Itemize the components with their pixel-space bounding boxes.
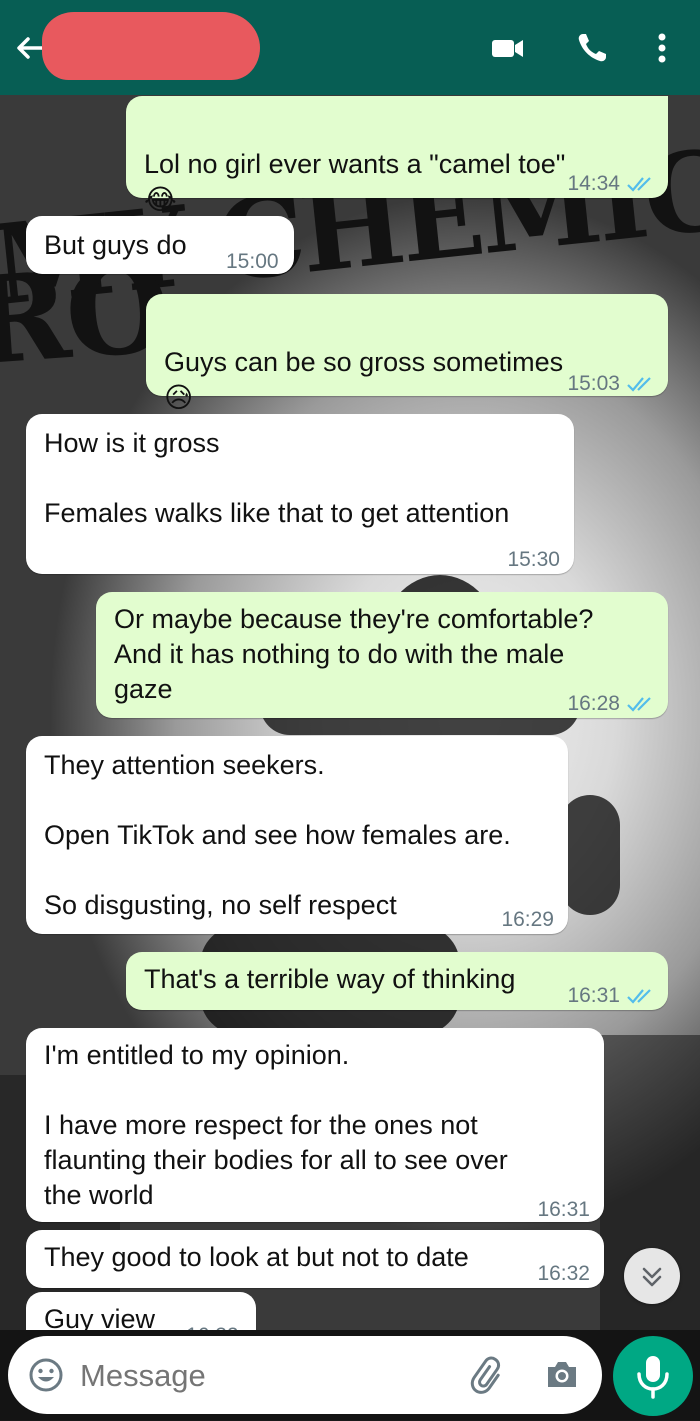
- message-text: That's a terrible way of thinking: [144, 964, 516, 994]
- read-ticks-icon: [627, 177, 651, 193]
- message-text: They attention seekers. Open TikTok and …: [44, 750, 511, 920]
- read-ticks-icon: [627, 697, 651, 713]
- more-vert-icon[interactable]: [642, 28, 682, 68]
- message-time: 16:29: [501, 908, 554, 931]
- message-text: Or maybe because they're comfortable? An…: [114, 604, 594, 704]
- message-bubble-outgoing[interactable]: Or maybe because they're comfortable? An…: [96, 592, 668, 718]
- contact-name-redaction[interactable]: [42, 12, 260, 80]
- read-ticks-icon: [627, 989, 651, 1005]
- message-time: 15:00: [226, 250, 279, 273]
- message-text: How is it gross Females walks like that …: [44, 428, 510, 528]
- chat-header: [0, 0, 700, 95]
- tears-of-joy-emoji-icon: 😂: [144, 184, 177, 215]
- phone-icon[interactable]: [572, 28, 612, 68]
- double-chevron-down-icon: [642, 1267, 662, 1287]
- message-bubble-outgoing[interactable]: Guys can be so gross sometimes 😥 15:03: [146, 294, 668, 413]
- message-time: 16:31: [567, 984, 620, 1007]
- message-time: 16:28: [567, 692, 620, 715]
- camera-icon[interactable]: [542, 1355, 582, 1395]
- message-text: I'm entitled to my opinion. I have more …: [44, 1040, 508, 1210]
- message-bubble-incoming[interactable]: They attention seekers. Open TikTok and …: [26, 736, 568, 934]
- emoji-icon[interactable]: [26, 1355, 66, 1395]
- mic-icon: [637, 1356, 669, 1399]
- video-call-icon[interactable]: [488, 28, 528, 68]
- message-time: 15:03: [567, 372, 620, 395]
- scroll-to-bottom-button[interactable]: [624, 1248, 680, 1304]
- message-time: 16:31: [537, 1198, 590, 1221]
- sad-relieved-emoji-icon: 😥: [164, 382, 194, 413]
- attach-icon[interactable]: [468, 1355, 508, 1395]
- message-time: 14:34: [567, 172, 620, 195]
- voice-record-button[interactable]: [613, 1336, 693, 1416]
- message-bubble-incoming[interactable]: I'm entitled to my opinion. I have more …: [26, 1028, 604, 1222]
- message-input[interactable]: [78, 1352, 442, 1400]
- message-input-bar[interactable]: [8, 1336, 602, 1414]
- message-bubble-incoming[interactable]: But guys do 15:00: [26, 216, 294, 274]
- message-text: Guys can be so gross sometimes: [164, 347, 564, 377]
- read-ticks-icon: [627, 377, 651, 393]
- message-bubble-incoming[interactable]: How is it gross Females walks like that …: [26, 414, 574, 574]
- message-time: 16:32: [537, 1262, 590, 1285]
- message-bubble-incoming[interactable]: They good to look at but not to date 16:…: [26, 1230, 604, 1288]
- message-text: They good to look at but not to date: [44, 1242, 469, 1272]
- message-text: But guys do: [44, 230, 187, 260]
- message-text: Lol no girl ever wants a "camel toe": [144, 149, 566, 179]
- message-bubble-outgoing[interactable]: Lol no girl ever wants a "camel toe" 😂 1…: [126, 96, 668, 215]
- message-bubble-outgoing[interactable]: That's a terrible way of thinking 16:31: [126, 952, 668, 1010]
- message-time: 15:30: [507, 548, 560, 571]
